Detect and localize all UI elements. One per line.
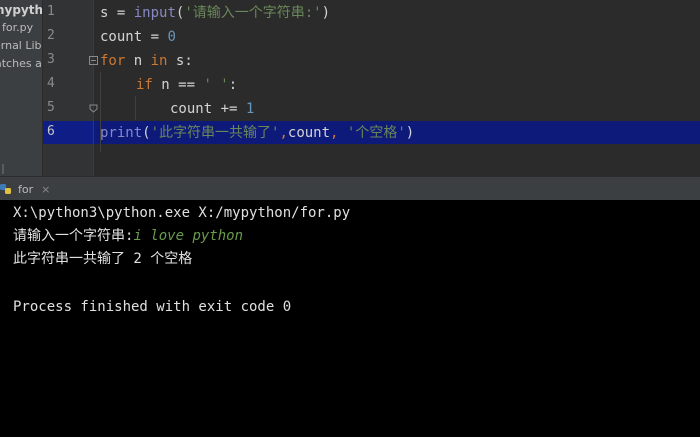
project-panel: mypython for.py ernal Lib atches a xyxy=(0,0,43,176)
close-icon[interactable]: × xyxy=(41,183,50,196)
keyword: in xyxy=(150,53,168,69)
code-line-3: for n in s: xyxy=(100,50,193,72)
line-number: 4 xyxy=(47,76,55,91)
identifier: count xyxy=(170,101,213,117)
operator: = xyxy=(142,29,168,45)
code-line-6: print('此字符串一共输了',count, '个空格') xyxy=(100,122,414,144)
code-text: n == xyxy=(152,77,204,93)
paren: ) xyxy=(321,5,331,21)
number-literal: 0 xyxy=(167,29,176,45)
console-prompt: 请输入一个字符串: xyxy=(13,228,134,244)
run-console[interactable]: X:\python3\python.exe X:/mypython/for.py… xyxy=(0,200,700,437)
line-number: 3 xyxy=(47,52,55,67)
console-prompt-line: 请输入一个字符串:i love python xyxy=(13,225,243,247)
paren: ) xyxy=(405,125,415,141)
line-number: 1 xyxy=(47,4,55,19)
builtin-function: print xyxy=(100,125,143,141)
project-root-item[interactable]: mypython xyxy=(0,3,42,17)
gutter-separator xyxy=(93,0,94,176)
line-number-current: 6 xyxy=(47,124,55,139)
string-literal: ' ' xyxy=(203,77,229,93)
code-line-1: s = input('请输入一个字符串:') xyxy=(100,2,330,24)
indent-guide xyxy=(135,96,136,120)
keyword: for xyxy=(100,53,126,69)
comma: , xyxy=(279,125,288,141)
external-libraries-item[interactable]: ernal Lib xyxy=(0,39,42,52)
comma: , xyxy=(330,125,347,141)
identifier: count xyxy=(287,125,331,141)
paren: ( xyxy=(142,125,151,141)
scratches-item[interactable]: atches a xyxy=(0,57,42,70)
console-user-input: i love python xyxy=(133,228,244,244)
number-literal: 1 xyxy=(245,101,255,117)
code-editor[interactable]: 1 2 3 4 5 6 s = input('请输入一个字符串:') count… xyxy=(43,0,700,176)
python-run-icon xyxy=(0,184,11,194)
code-text: : xyxy=(228,77,238,93)
code-line-2: count = 0 xyxy=(100,26,176,48)
line-number: 5 xyxy=(47,100,55,115)
code-line-4: if n == ' ': xyxy=(136,74,237,96)
identifier: count xyxy=(100,29,143,45)
project-file-item[interactable]: for.py xyxy=(2,21,33,34)
panel-scrollbar[interactable] xyxy=(2,164,4,174)
run-tab[interactable]: for × xyxy=(0,177,50,201)
run-tool-window-header: for × xyxy=(0,176,700,201)
run-tab-label: for xyxy=(18,182,34,196)
identifier: n xyxy=(133,53,143,69)
string-literal: '请输入一个字符串:' xyxy=(184,5,322,21)
operator: += xyxy=(212,101,246,117)
fold-end-icon[interactable] xyxy=(89,104,98,113)
string-literal: '此字符串一共输了' xyxy=(150,125,280,141)
operator: = xyxy=(108,5,134,21)
console-command-line: X:\python3\python.exe X:/mypython/for.py xyxy=(13,205,351,221)
code-line-5: count += 1 xyxy=(170,98,254,120)
fold-open-icon[interactable] xyxy=(89,56,98,65)
console-result-line: 此字符串一共输了 2 个空格 xyxy=(13,251,193,267)
keyword: if xyxy=(136,77,153,93)
console-exit-message: Process finished with exit code 0 xyxy=(13,299,292,315)
line-number: 2 xyxy=(47,28,55,43)
string-literal: '个空格' xyxy=(346,125,406,141)
code-text: s: xyxy=(167,53,193,69)
builtin-function: input xyxy=(133,5,176,21)
